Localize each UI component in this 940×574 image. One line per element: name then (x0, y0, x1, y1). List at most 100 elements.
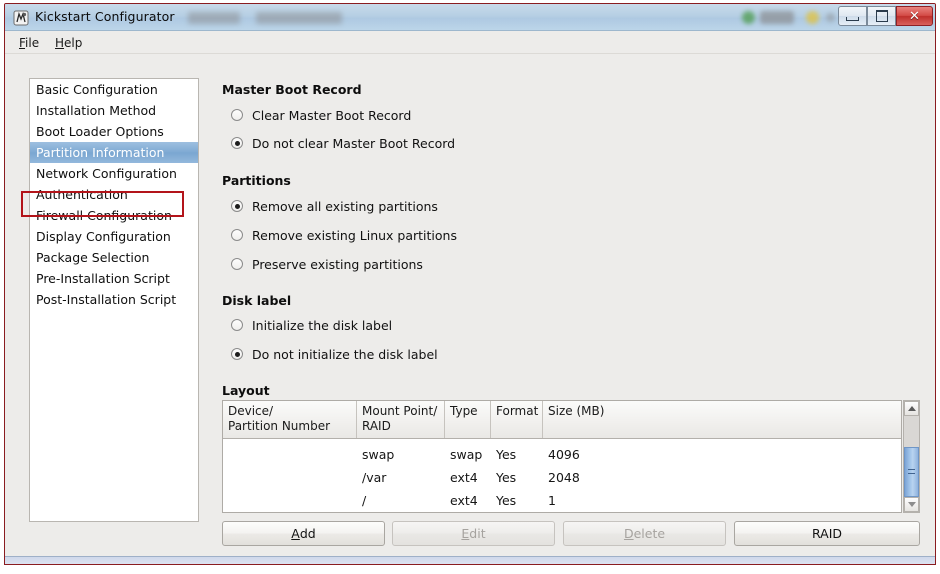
table-cell-format: Yes (496, 470, 517, 485)
title-redacted-text (188, 12, 428, 25)
navigation-list[interactable]: Basic Configuration Installation Method Bo… (29, 78, 199, 522)
sidebar-item-label: Pre-Installation Script (36, 271, 170, 286)
column-header-mount-point[interactable]: Mount Point/ RAID (356, 401, 444, 438)
sidebar-item-label: Installation Method (36, 103, 157, 118)
button-mnemonic: A (291, 526, 300, 541)
sidebar-item-partition-information[interactable]: Partition Information (30, 142, 198, 163)
table-cell-size: 2048 (548, 470, 580, 485)
sidebar-item-label: Network Configuration (36, 166, 177, 181)
sidebar-item-label: Partition Information (36, 145, 165, 160)
column-header-format[interactable]: Format (490, 401, 542, 438)
radio-do-not-clear-mbr-indicator (231, 137, 243, 149)
button-label: dd (299, 526, 316, 541)
add-button[interactable]: Add (222, 521, 385, 546)
maximize-button[interactable] (867, 6, 896, 26)
radio-remove-all-partitions-label: Remove all existing partitions (252, 198, 438, 214)
window-title-bar[interactable]: Kickstart Configurator ✕ (5, 4, 935, 31)
kickstart-app-icon (13, 10, 29, 26)
sidebar-item-network-configuration[interactable]: Network Configuration (30, 163, 198, 184)
radio-do-not-initialize-disk-label[interactable]: Do not initialize the disk label (231, 345, 438, 363)
disk-label-heading: Disk label (222, 293, 292, 308)
radio-preserve-partitions-indicator (231, 258, 243, 270)
radio-do-not-clear-mbr-label: Do not clear Master Boot Record (252, 135, 456, 151)
table-cell-mount: / (362, 493, 367, 508)
radio-initialize-disk-label-label: Initialize the disk label (252, 317, 393, 333)
sidebar-item-authentication[interactable]: Authentication (30, 184, 198, 205)
title-bar-blurred-icons (740, 10, 840, 26)
radio-preserve-partitions-label: Preserve existing partitions (252, 256, 423, 272)
scrollbar-thumb[interactable] (904, 447, 919, 497)
radio-remove-all-partitions[interactable]: Remove all existing partitions (231, 197, 438, 215)
sidebar-item-label: Boot Loader Options (36, 124, 164, 139)
delete-button: Delete (563, 521, 726, 546)
sidebar-item-post-installation-script[interactable]: Post-Installation Script (30, 289, 198, 310)
maximize-icon (875, 10, 888, 22)
radio-preserve-partitions[interactable]: Preserve existing partitions (231, 255, 423, 273)
table-cell-format: Yes (496, 447, 517, 462)
minimize-icon (846, 16, 859, 21)
master-boot-record-heading: Master Boot Record (222, 82, 362, 97)
menu-item-help[interactable]: Help (49, 35, 88, 51)
partitions-heading: Partitions (222, 173, 291, 188)
table-body: swap swap Yes 4096/var ext4 Yes 2048 / ext4 Yes 1 (223, 439, 901, 512)
radio-do-not-initialize-disk-label-indicator (231, 348, 243, 360)
edit-button: Edit (392, 521, 555, 546)
radio-remove-linux-partitions[interactable]: Remove existing Linux partitions (231, 226, 457, 244)
radio-clear-mbr-indicator (231, 109, 243, 121)
column-header-size[interactable]: Size (MB) (542, 401, 901, 438)
column-header-type[interactable]: Type (444, 401, 490, 438)
radio-clear-mbr-label: Clear Master Boot Record (252, 107, 412, 123)
button-mnemonic: D (623, 526, 634, 541)
table-cell-type: ext4 (450, 493, 478, 508)
menu-help-rest: elp (64, 36, 83, 50)
sidebar-item-label: Display Configuration (36, 229, 171, 244)
window-title: Kickstart Configurator (35, 9, 175, 24)
button-label: RAID (811, 526, 843, 541)
table-cell-mount: /var (362, 470, 387, 485)
table-row[interactable]: swap swap Yes 4096 (223, 445, 901, 466)
menu-bar: File Help (5, 31, 935, 54)
scroll-down-button[interactable] (904, 497, 919, 512)
sidebar-item-basic-configuration[interactable]: Basic Configuration (30, 79, 198, 100)
table-cell-mount: swap (362, 447, 395, 462)
button-label: elete (633, 526, 666, 541)
table-row[interactable]: / ext4 Yes 1 (223, 491, 901, 512)
column-header-device[interactable]: Device/ Partition Number (223, 401, 356, 438)
minimize-button[interactable] (838, 6, 867, 26)
radio-do-not-clear-mbr[interactable]: Do not clear Master Boot Record (231, 134, 455, 152)
sidebar-item-boot-loader-options[interactable]: Boot Loader Options (30, 121, 198, 142)
sidebar-item-label: Authentication (36, 187, 128, 202)
sidebar-item-package-selection[interactable]: Package Selection (30, 247, 198, 268)
table-cell-size: 1 (548, 493, 556, 508)
table-vertical-scrollbar[interactable] (903, 400, 920, 513)
radio-initialize-disk-label-indicator (231, 319, 243, 331)
table-cell-format: Yes (496, 493, 517, 508)
radio-clear-mbr[interactable]: Clear Master Boot Record (231, 106, 411, 124)
partition-layout-table[interactable]: Device/ Partition Number Mount Point/ RA… (222, 400, 902, 513)
sidebar-item-pre-installation-script[interactable]: Pre-Installation Script (30, 268, 198, 289)
close-icon: ✕ (909, 8, 920, 24)
sidebar-item-installation-method[interactable]: Installation Method (30, 100, 198, 121)
application-window: Kickstart Configurator ✕ File Help Basic… (4, 3, 936, 565)
window-bottom-strip (5, 556, 935, 564)
table-header-row: Device/ Partition Number Mount Point/ RA… (223, 401, 901, 439)
sidebar-item-firewall-configuration[interactable]: Firewall Configuration (30, 205, 198, 226)
radio-remove-linux-partitions-label: Remove existing Linux partitions (252, 227, 457, 243)
sidebar-item-label: Package Selection (36, 250, 150, 265)
close-button[interactable]: ✕ (896, 6, 933, 26)
table-row[interactable]: /var ext4 Yes 2048 (223, 468, 901, 489)
table-cell-type: ext4 (450, 470, 478, 485)
scroll-up-button[interactable] (904, 401, 919, 416)
scrollbar-grip-line (908, 469, 915, 470)
scrollbar-track[interactable] (904, 416, 919, 497)
sidebar-item-display-configuration[interactable]: Display Configuration (30, 226, 198, 247)
radio-remove-linux-partitions-indicator (231, 229, 243, 241)
table-cell-type: swap (450, 447, 483, 462)
radio-do-not-initialize-disk-label-label: Do not initialize the disk label (252, 346, 438, 362)
raid-button[interactable]: RAID (734, 521, 920, 546)
menu-item-file[interactable]: File (13, 35, 45, 51)
radio-initialize-disk-label[interactable]: Initialize the disk label (231, 316, 392, 334)
sidebar-item-label: Post-Installation Script (36, 292, 177, 307)
scroll-up-arrow-icon (907, 406, 916, 411)
sidebar-item-label: Firewall Configuration (36, 208, 172, 223)
